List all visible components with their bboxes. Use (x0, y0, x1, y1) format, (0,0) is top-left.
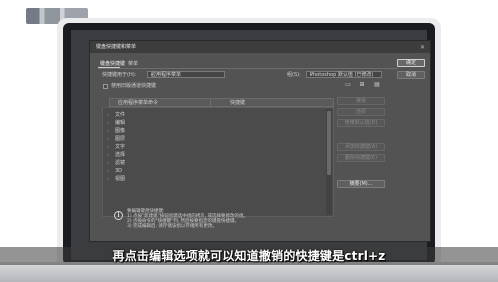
list-item[interactable]: › 图层 (107, 135, 331, 143)
column-separator (210, 99, 211, 107)
chevron-right-icon: › (107, 128, 109, 133)
save-set-icon[interactable]: ▭ (344, 81, 352, 88)
dialog-titlebar (90, 41, 430, 53)
command-list: › 文件 › 编辑 › 图像 › 图层 › 文字 › 选择 › 滤镜 › 3D › 视图 (102, 107, 334, 217)
cancel-button[interactable]: 取消 (397, 71, 425, 79)
chevron-right-icon: › (107, 160, 109, 165)
chevron-right-icon: › (107, 112, 109, 117)
list-item[interactable]: › 图像 (107, 127, 331, 135)
chevron-right-icon: › (107, 168, 109, 173)
tab-divider (98, 68, 398, 69)
list-item[interactable]: › 编辑 (107, 119, 331, 127)
column-menu-command: 应用程序菜单命令 (118, 100, 159, 106)
info-icon: i (114, 211, 123, 220)
chevron-right-icon: › (107, 120, 109, 125)
set-label: 组(S): (287, 72, 301, 78)
video-subtitle: 再点击编辑选项就可以知道撤销的快捷键是ctrl+z (112, 249, 386, 263)
shortcuts-for-select[interactable]: 应用程序菜单 ▾ (147, 71, 225, 78)
tab-menus[interactable]: 菜单 (128, 61, 138, 67)
list-scroll-thumb[interactable] (327, 111, 331, 175)
list-item[interactable]: › 文字 (107, 143, 331, 151)
list-item[interactable]: › 视图 (107, 175, 331, 183)
legacy-channel-label: 使用旧版通道快捷键 (111, 83, 157, 89)
chevron-right-icon: › (107, 144, 109, 149)
table-header: 应用程序菜单命令 快捷键 (109, 98, 334, 107)
accept-button[interactable]: 接受 (337, 97, 385, 105)
shortcuts-for-label: 快捷键用于(H): (102, 72, 137, 78)
list-item[interactable]: › 文件 (107, 111, 331, 119)
column-shortcut: 快捷键 (230, 100, 246, 106)
list-item[interactable]: › 滤镜 (107, 159, 331, 167)
delete-set-icon[interactable]: ▤ (373, 81, 381, 88)
add-shortcut-button[interactable]: 添加快捷键(A) (337, 143, 385, 151)
list-item[interactable]: › 选择 (107, 151, 331, 159)
legacy-channel-checkbox[interactable] (103, 84, 108, 89)
chevron-down-icon: ▾ (151, 72, 154, 77)
list-item[interactable]: › 3D (107, 167, 331, 175)
laptop-base (0, 262, 498, 282)
close-icon[interactable]: ✕ (420, 44, 425, 51)
dialog-title: 键盘快捷键和菜单 (96, 44, 137, 50)
chevron-right-icon: › (107, 176, 109, 181)
summarize-button[interactable]: 摘要(M)... (337, 180, 385, 188)
note-step-3: 3) 完成编辑后, 请存储该组以存储所有更改。 (127, 224, 217, 229)
delete-shortcut-button[interactable]: 删除快捷键(E) (337, 154, 385, 162)
undo-button[interactable]: 还原 (337, 108, 385, 116)
chevron-right-icon: › (107, 136, 109, 141)
chevron-down-icon: ▾ (310, 72, 313, 77)
set-select[interactable]: Photoshop 默认值 (已修改) ▾ (306, 71, 382, 78)
ok-button[interactable]: 确定 (397, 59, 425, 67)
chevron-right-icon: › (107, 152, 109, 157)
use-default-button[interactable]: 使用默认值(D) (337, 119, 385, 127)
new-set-icon[interactable]: ⊞ (358, 81, 366, 88)
